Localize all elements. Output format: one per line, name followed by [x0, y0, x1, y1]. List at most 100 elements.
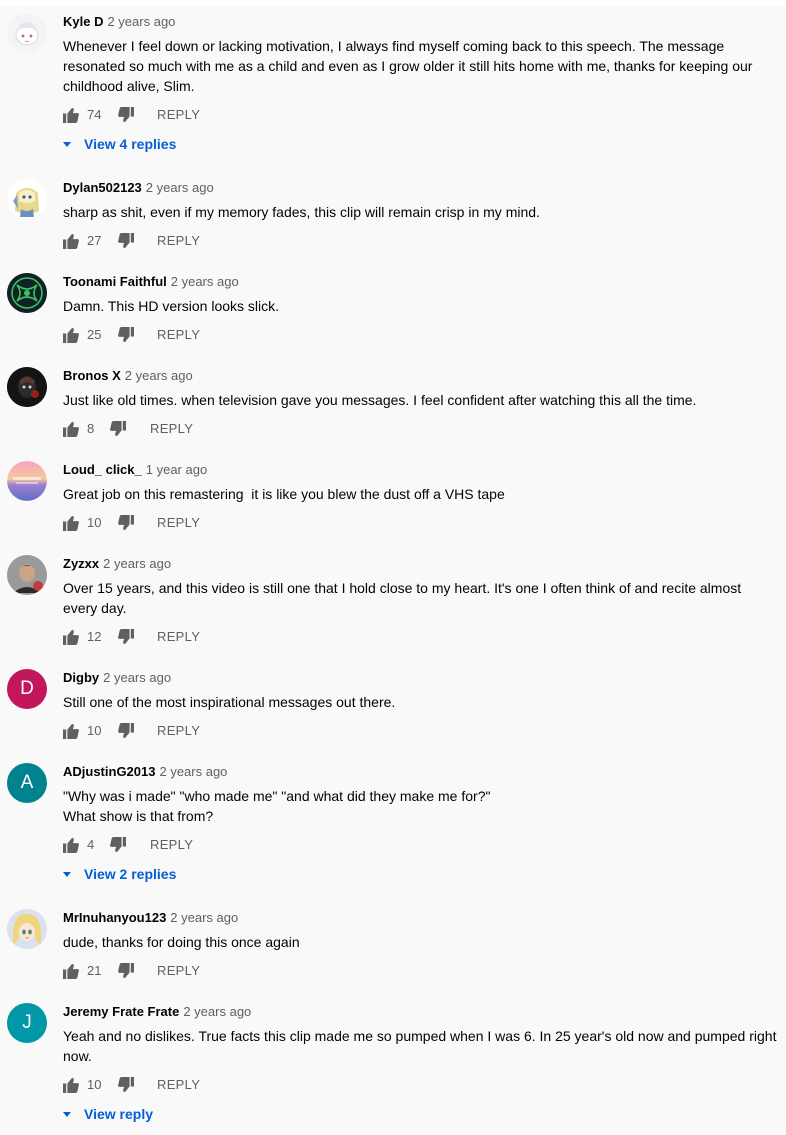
comment-text: Over 15 years, and this video is still o… [63, 580, 742, 616]
thumb-up-icon[interactable] [63, 837, 79, 853]
thumb-down-icon[interactable] [110, 421, 126, 437]
like-count: 10 [87, 723, 102, 738]
chevron-down-icon [63, 1111, 71, 1117]
avatar-letter: A [20, 772, 34, 793]
like-count: 12 [87, 629, 102, 644]
view-replies-label: View 2 replies [84, 866, 177, 882]
thumb-down-icon[interactable] [118, 723, 134, 739]
comment-author[interactable]: Jeremy Frate Frate [63, 1004, 179, 1019]
comment-timestamp[interactable]: 2 years ago [183, 1004, 251, 1019]
reply-button[interactable]: REPLY [157, 1075, 200, 1095]
thumb-up-icon[interactable] [63, 723, 79, 739]
comment-timestamp[interactable]: 2 years ago [146, 180, 214, 195]
comment-timestamp[interactable]: 2 years ago [170, 910, 238, 925]
thumb-up-icon[interactable] [63, 327, 79, 343]
comment-author[interactable]: Toonami Faithful [63, 274, 167, 289]
reply-button[interactable]: REPLY [150, 835, 193, 855]
thumb-up-icon[interactable] [63, 515, 79, 531]
thumb-down-icon[interactable] [118, 963, 134, 979]
comment-author[interactable]: MrInuhanyou123 [63, 910, 166, 925]
comment-timestamp[interactable]: 1 year ago [146, 462, 207, 477]
like-count: 21 [87, 963, 102, 978]
avatar-jeremy-frate-frate[interactable]: J [7, 1003, 47, 1043]
comment-timestamp[interactable]: 2 years ago [171, 274, 239, 289]
comment-timestamp[interactable]: 2 years ago [159, 764, 227, 779]
reply-button[interactable]: REPLY [157, 627, 200, 647]
comment-author[interactable]: Zyzxx [63, 556, 99, 571]
reply-button[interactable]: REPLY [157, 961, 200, 981]
thumb-down-icon[interactable] [118, 515, 134, 531]
avatar-adjustin[interactable]: A [7, 763, 47, 803]
comment-author[interactable]: ADjustinG2013 [63, 764, 155, 779]
comment-author[interactable]: Bronos X [63, 368, 121, 383]
thumb-up-icon[interactable] [63, 233, 79, 249]
thumb-down-icon[interactable] [118, 327, 134, 343]
comment-text-line: What show is that from? [63, 808, 214, 824]
view-replies-button[interactable]: View 2 replies [63, 864, 176, 884]
comment-actions: 74 REPLY [63, 105, 778, 125]
avatar-digby[interactable]: D [7, 669, 47, 709]
comment-actions: 8 REPLY [63, 419, 778, 439]
avatar-loud-click[interactable] [7, 461, 47, 501]
comment-actions: 10 REPLY [63, 721, 778, 741]
avatar-bronos-x[interactable] [7, 367, 47, 407]
thumb-up-icon[interactable] [63, 629, 79, 645]
comment-author[interactable]: Digby [63, 670, 99, 685]
like-count: 10 [87, 1077, 102, 1092]
comment-actions: 4 REPLY [63, 835, 778, 855]
comment-timestamp[interactable]: 2 years ago [103, 670, 171, 685]
chevron-down-icon [63, 141, 71, 147]
avatar-kyle-d[interactable] [7, 13, 47, 53]
top-divider [0, 0, 786, 6]
view-replies-label: View 4 replies [84, 136, 177, 152]
chevron-down-icon [63, 871, 71, 877]
avatar-toonami-faithful[interactable] [7, 273, 47, 313]
comment-text: Damn. This HD version looks slick. [63, 298, 280, 314]
comment-text: "Why was i made" "who made me" "and what… [63, 786, 778, 826]
avatar-zyzxx[interactable] [7, 555, 47, 595]
reply-button[interactable]: REPLY [157, 721, 200, 741]
reply-button[interactable]: REPLY [150, 419, 193, 439]
reply-button[interactable]: REPLY [157, 513, 200, 533]
comment-text: Whenever I feel down or lacking motivati… [63, 38, 753, 94]
comment-actions: 21 REPLY [63, 961, 778, 981]
comment-actions: 10 REPLY [63, 513, 778, 533]
comments-page: Kyle D 2 years ago Whenever I feel down o… [0, 0, 786, 1135]
like-count: 8 [87, 421, 95, 436]
thumb-down-icon[interactable] [110, 837, 126, 853]
view-replies-button[interactable]: View 4 replies [63, 134, 176, 154]
reply-button[interactable]: REPLY [157, 325, 200, 345]
comment-actions: 12 REPLY [63, 627, 778, 647]
comment-author[interactable]: Loud_ click_ [63, 462, 142, 477]
thumb-down-icon[interactable] [118, 107, 134, 123]
thumb-up-icon[interactable] [63, 107, 79, 123]
thumb-down-icon[interactable] [118, 1077, 134, 1093]
comment-timestamp[interactable]: 2 years ago [103, 556, 171, 571]
avatar-mrinuhanyou123[interactable] [7, 909, 47, 949]
avatar-dylan502123[interactable] [7, 179, 47, 219]
thumb-up-icon[interactable] [63, 963, 79, 979]
thumb-up-icon[interactable] [63, 421, 79, 437]
thumb-up-icon[interactable] [63, 1077, 79, 1093]
comment-author[interactable]: Kyle D [63, 14, 103, 29]
comment-text: Just like old times. when television gav… [63, 392, 697, 408]
thumb-down-icon[interactable] [118, 629, 134, 645]
comment-actions: 27 REPLY [63, 231, 778, 251]
comment-author[interactable]: Dylan502123 [63, 180, 142, 195]
comment-actions: 10 REPLY [63, 1075, 778, 1095]
comment-timestamp[interactable]: 2 years ago [107, 14, 175, 29]
comment-text-line: "Why was i made" "who made me" "and what… [63, 788, 491, 804]
reply-button[interactable]: REPLY [157, 231, 200, 251]
comment-text: dude, thanks for doing this once again [63, 934, 300, 950]
like-count: 4 [87, 837, 95, 852]
view-replies-button[interactable]: View reply [63, 1104, 153, 1124]
thumb-down-icon[interactable] [118, 233, 134, 249]
comment-timestamp[interactable]: 2 years ago [125, 368, 193, 383]
view-replies-label: View reply [84, 1106, 154, 1122]
like-count: 25 [87, 327, 102, 342]
comment-text: Great job on this remastering it is like… [63, 486, 505, 502]
comment-text: sharp as shit, even if my memory fades, … [63, 204, 540, 220]
reply-button[interactable]: REPLY [157, 105, 200, 125]
like-count: 10 [87, 515, 102, 530]
avatar-letter: D [20, 678, 34, 699]
